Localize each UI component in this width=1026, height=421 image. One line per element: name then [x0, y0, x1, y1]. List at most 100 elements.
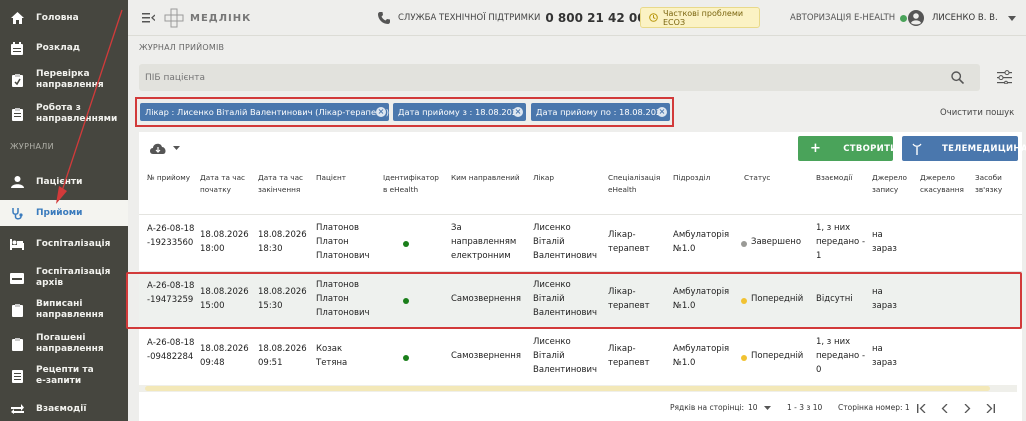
- page-number: Сторінка номер: 1: [838, 403, 910, 412]
- sidebar-item-referrals-work[interactable]: Робота з направленнями: [0, 100, 128, 128]
- rows-per-page-select[interactable]: 10: [748, 403, 771, 412]
- clear-search-link[interactable]: Очистити пошук: [940, 108, 1014, 118]
- search-icon[interactable]: [951, 71, 964, 84]
- calendar-icon: [10, 41, 24, 55]
- chevron-down-icon: [1007, 15, 1016, 21]
- scrollbar-thumb[interactable]: [145, 386, 990, 391]
- header-status[interactable]: Статус: [744, 172, 794, 184]
- sidebar-item-interactions[interactable]: Взаємодії: [0, 398, 128, 420]
- sidebar-item-home[interactable]: Головна: [0, 6, 128, 30]
- sidebar-item-label: Прийоми: [36, 207, 83, 218]
- sidebar-item-hospitalization[interactable]: Госпіталізація: [0, 232, 128, 256]
- prev-page-icon[interactable]: [941, 404, 948, 413]
- phone-icon: [378, 12, 390, 24]
- ehealth-status[interactable]: АВТОРИЗАЦІЯ E-HEALTH: [790, 0, 908, 36]
- filter-chip-doctor[interactable]: Лікар : Лисенко Віталій Валентинович (Лі…: [140, 103, 389, 121]
- telemedicine-button[interactable]: ТЕЛЕМЕДИЦИНА: [902, 136, 1026, 161]
- cell-referred-by: Самозвернення: [451, 351, 521, 361]
- plus-icon: +: [810, 141, 822, 156]
- document-icon: [10, 303, 24, 317]
- cell-source: на зараз: [872, 230, 897, 254]
- telemedicine-button-label: ТЕЛЕМЕДИЦИНА: [942, 143, 1026, 154]
- cell-unit: Амбулаторія №1.0: [673, 230, 730, 254]
- header-source[interactable]: Джерело запису: [872, 172, 912, 196]
- sidebar-item-redeemed-referrals[interactable]: Погашені направлення: [0, 330, 128, 358]
- ehealth-registered-dot: [403, 355, 409, 361]
- close-icon[interactable]: ×: [657, 107, 667, 117]
- table-row[interactable]: А-26-08-18-09482284 18.08.2026 09:48 18.…: [139, 328, 1022, 385]
- account-icon: [908, 10, 924, 26]
- cell-doctor: Лисенко Віталій Валентинович: [533, 337, 598, 375]
- cell-source: на зараз: [872, 344, 897, 368]
- header-doctor[interactable]: Лікар: [533, 172, 583, 184]
- header-end[interactable]: Дата та час закінчення: [258, 172, 310, 196]
- sidebar-item-label: Головна: [36, 12, 79, 23]
- cell-interactions: 1, з них передано - 1: [816, 223, 866, 261]
- search-bar: [139, 64, 980, 91]
- header-interactions[interactable]: Взаємодії: [816, 172, 864, 184]
- sidebar-item-issued-referrals[interactable]: Виписані направлення: [0, 296, 128, 324]
- create-button[interactable]: + СТВОРИТИ: [798, 136, 897, 161]
- last-page-icon[interactable]: [985, 404, 995, 413]
- sidebar-item-referral-check[interactable]: Перевірка направлення: [0, 66, 128, 94]
- sidebar-item-label: Рецепти та е-запити: [36, 365, 94, 386]
- sidebar-item-label: Перевірка направлення: [36, 69, 104, 90]
- cell-start: 18.08.2026 18:00: [200, 230, 249, 254]
- cell-specialization: Лікар-терапевт: [608, 230, 650, 254]
- cell-status: Завершено: [751, 237, 802, 247]
- header-cancel-source[interactable]: Джерело скасування: [920, 172, 972, 196]
- sidebar-item-schedule[interactable]: Розклад: [0, 36, 128, 60]
- brand-cross-icon: [164, 8, 184, 28]
- close-icon[interactable]: ×: [513, 107, 523, 117]
- next-page-icon[interactable]: [964, 404, 971, 413]
- ehealth-status-dot: [900, 14, 908, 22]
- header-unit[interactable]: Підрозділ: [673, 172, 723, 184]
- ehealth-registered-dot: [403, 241, 409, 247]
- sidebar-item-prescriptions[interactable]: Рецепти та е-запити: [0, 362, 128, 390]
- header-specialization[interactable]: Спеціалізація eHealth: [608, 172, 668, 196]
- sidebar: Головна Розклад Перевірка направлення Ро…: [0, 0, 128, 421]
- filter-chip-label: Дата прийому з : 18.08.2026: [398, 107, 523, 117]
- header-ehealth-id[interactable]: Ідентифікатор в eHealth: [383, 172, 439, 196]
- document-icon: [10, 337, 24, 351]
- cell-doctor: Лисенко Віталій Валентинович: [533, 223, 598, 261]
- eco-status-badge[interactable]: Часткові проблеми ЕСОЗ: [640, 7, 760, 28]
- first-page-icon[interactable]: [917, 404, 927, 413]
- filter-chip-label: Лікар : Лисенко Віталій Валентинович (Лі…: [145, 107, 390, 117]
- cell-patient: Платонов Платон Платонович: [316, 223, 370, 261]
- horizontal-scrollbar[interactable]: [139, 385, 1017, 392]
- status-dot: [741, 355, 747, 361]
- bed-archive-icon: [10, 271, 24, 285]
- search-input[interactable]: [145, 69, 925, 86]
- support-block: СЛУЖБА ТЕХНІЧНОЇ ПІДТРИМКИ 0 800 21 42 0…: [378, 0, 646, 36]
- sidebar-item-appointments[interactable]: Прийоми: [0, 200, 128, 226]
- cell-referred-by: За направленням електронним: [451, 223, 517, 261]
- export-button[interactable]: [149, 142, 180, 154]
- support-label: СЛУЖБА ТЕХНІЧНОЇ ПІДТРИМКИ: [398, 13, 541, 23]
- rows-per-page-value: 10: [748, 403, 758, 412]
- filter-chip-date-to[interactable]: Дата прийому по : 18.08.2026 ×: [531, 103, 670, 121]
- brand-logo[interactable]: МЕДЛІНК: [164, 0, 251, 36]
- sidebar-item-label: Виписані направлення: [36, 299, 104, 320]
- chevron-down-icon: [763, 405, 771, 410]
- clipboard-icon: [10, 107, 24, 121]
- filter-chip-label: Дата прийому по : 18.08.2026: [536, 107, 667, 117]
- header-number[interactable]: № прийому: [147, 172, 192, 184]
- header-referred-by[interactable]: Ким направлений: [451, 172, 531, 184]
- sidebar-item-patients[interactable]: Пацієнти: [0, 170, 128, 194]
- table-row[interactable]: А-26-08-18-19233560 18.08.2026 18:00 18.…: [139, 214, 1022, 271]
- header-start[interactable]: Дата та час початку: [200, 172, 252, 196]
- filter-chip-date-from[interactable]: Дата прийому з : 18.08.2026 ×: [393, 103, 526, 121]
- menu-collapse-icon[interactable]: [142, 0, 155, 36]
- sidebar-item-hospitalization-archive[interactable]: Госпіталізація архів: [0, 266, 128, 290]
- sidebar-item-label: Розклад: [36, 42, 81, 53]
- cell-patient: Козак Тетяна: [316, 344, 348, 368]
- header-contact[interactable]: Засоби зв'язку: [975, 172, 1019, 196]
- brand-name: МЕДЛІНК: [190, 12, 252, 24]
- close-icon[interactable]: ×: [376, 107, 386, 117]
- header-patient[interactable]: Пацієнт: [316, 172, 366, 184]
- filter-settings-icon[interactable]: [997, 70, 1012, 84]
- user-menu[interactable]: ЛИСЕНКО В. В.: [908, 0, 1016, 36]
- clock-icon: [649, 13, 658, 22]
- eco-status-text: Часткові проблеми ЕСОЗ: [663, 8, 744, 27]
